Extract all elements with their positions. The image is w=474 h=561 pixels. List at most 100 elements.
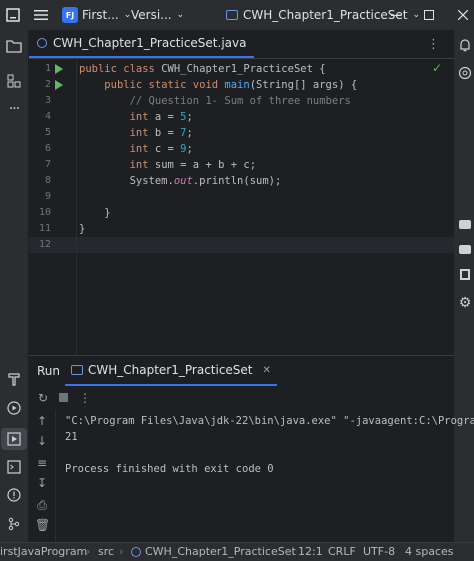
line-separator[interactable]: CRLF — [328, 543, 356, 561]
breadcrumb-separator-icon: › — [119, 545, 124, 558]
gutter-run-icon[interactable] — [55, 80, 63, 90]
run-panel: Run CWH_Chapter1_PracticeSet ✕ ↻ ⋮ ↑ ↓ ≡… — [29, 355, 474, 543]
console-line: "C:\Program Files\Java\jdk-22\bin\java.e… — [65, 415, 474, 427]
folder-icon[interactable] — [5, 37, 23, 55]
run-toolbar: ↻ ⋮ — [29, 386, 454, 410]
breadcrumb-src[interactable]: src — [98, 543, 114, 561]
app-logo-icon[interactable] — [6, 0, 20, 30]
gutter-divider — [76, 59, 77, 354]
print-icon[interactable]: ⎙ — [35, 498, 49, 512]
project-widget[interactable]: FJ First... ⌄ — [62, 0, 131, 30]
line-number: 1 — [44, 63, 51, 74]
line-number: 6 — [44, 143, 51, 154]
ai-assistant-icon[interactable] — [456, 64, 474, 82]
run-side-toolbar: ↑ ↓ ≡ ↧ ⎙ 🗑 — [29, 410, 55, 543]
stop-icon[interactable] — [56, 391, 70, 405]
code-text: } — [79, 223, 86, 235]
run-tool-icon[interactable] — [1, 428, 27, 450]
code-line[interactable]: 10 } — [29, 205, 454, 221]
code-line[interactable]: 2 public static void main(String[] args)… — [29, 77, 454, 93]
gutter-run-icon[interactable] — [55, 64, 63, 74]
line-number: 5 — [44, 127, 51, 138]
services-icon[interactable] — [5, 399, 23, 417]
more-vertical-icon[interactable]: ⋮ — [78, 391, 92, 405]
left-tool-strip: ··· — [0, 30, 29, 542]
cursor-position[interactable]: 12:1 — [298, 543, 323, 561]
code-text: // Question 1- Sum of three numbers — [129, 95, 351, 107]
code-line[interactable]: 1 public class CWH_Chapter1_PracticeSet { — [29, 61, 454, 77]
code-text: public static void main(String[] args) { — [104, 79, 358, 91]
git-icon[interactable] — [5, 515, 23, 533]
scroll-up-icon[interactable]: ↑ — [35, 414, 49, 428]
hamburger-menu-icon[interactable] — [34, 0, 48, 30]
run-config-icon — [226, 10, 238, 20]
file-encoding[interactable]: UTF-8 — [363, 543, 395, 561]
code-line[interactable]: 6 int c = 9; — [29, 141, 454, 157]
scroll-down-icon[interactable]: ↓ — [35, 434, 49, 448]
code-line[interactable]: 7 int sum = a + b + c; — [29, 157, 454, 173]
code-line[interactable]: 5 int b = 7; — [29, 125, 454, 141]
floating-toolbar: ⚙ — [456, 220, 474, 310]
right-tool-strip: ⚙ — [454, 30, 474, 542]
editor-tab-bar: CWH_Chapter1_PracticeSet.java ⋮ — [29, 30, 454, 59]
more-tools-icon[interactable]: ··· — [5, 100, 23, 118]
code-text: int c = 9; — [129, 143, 193, 155]
vcs-widget[interactable]: Versi... ⌄ — [131, 0, 184, 30]
more-vertical-icon[interactable]: ⋮ — [427, 37, 440, 52]
copy-icon[interactable] — [460, 269, 470, 281]
run-panel-title: Run — [37, 364, 61, 378]
run-tab[interactable]: CWH_Chapter1_PracticeSet ✕ — [65, 356, 277, 386]
editor-tab[interactable]: CWH_Chapter1_PracticeSet.java — [29, 30, 255, 58]
trash-icon[interactable]: 🗑 — [35, 518, 50, 532]
maximize-icon[interactable] — [424, 0, 434, 30]
minimize-icon[interactable] — [391, 0, 401, 30]
title-bar: FJ First... ⌄ Versi... ⌄ CWH_Chapter1_Pr… — [0, 0, 474, 30]
java-class-icon — [131, 547, 141, 557]
close-tab-icon[interactable]: ✕ — [263, 365, 271, 376]
code-line[interactable]: 8 System.out.println(sum); — [29, 173, 454, 189]
line-number: 9 — [44, 191, 51, 202]
run-config-name: CWH_Chapter1_PracticeSet — [243, 8, 408, 22]
code-line[interactable]: 4 int a = 5; — [29, 109, 454, 125]
run-tab-label: CWH_Chapter1_PracticeSet — [88, 363, 253, 377]
code-line[interactable]: 12 — [29, 237, 454, 253]
chevron-down-icon: ⌄ — [176, 10, 185, 20]
gear-icon[interactable]: ⚙ — [459, 296, 472, 310]
java-class-icon — [37, 38, 47, 48]
rerun-icon[interactable]: ↻ — [36, 391, 50, 405]
terminal-icon[interactable] — [5, 458, 23, 476]
code-text: int a = 5; — [129, 111, 193, 123]
scroll-to-end-icon[interactable]: ↧ — [35, 476, 49, 490]
code-text: int b = 7; — [129, 127, 193, 139]
code-editor[interactable]: 1 public class CWH_Chapter1_PracticeSet {… — [29, 59, 454, 354]
video-icon[interactable] — [459, 244, 471, 254]
project-badge: FJ — [62, 7, 78, 23]
code-line[interactable]: 3 // Question 1- Sum of three numbers — [29, 93, 454, 109]
notifications-icon[interactable] — [456, 36, 474, 54]
problems-icon[interactable] — [5, 486, 23, 504]
structure-icon[interactable] — [5, 72, 23, 90]
line-number: 7 — [44, 159, 51, 170]
breadcrumb-file[interactable]: CWH_Chapter1_PracticeSet — [145, 543, 296, 561]
breadcrumb-project[interactable]: irstJavaProgram — [0, 543, 87, 561]
line-number: 10 — [38, 207, 51, 218]
soft-wrap-icon[interactable]: ≡ — [35, 456, 49, 470]
close-icon[interactable] — [458, 0, 468, 30]
indent-setting[interactable]: 4 spaces — [405, 543, 454, 561]
status-bar: irstJavaProgram › src › CWH_Chapter1_Pra… — [0, 542, 474, 561]
code-line[interactable]: 11} — [29, 221, 454, 237]
code-text: public class CWH_Chapter1_PracticeSet { — [79, 63, 326, 75]
code-line[interactable]: 9 — [29, 189, 454, 205]
line-number: 4 — [44, 111, 51, 122]
console-line: 21 — [65, 431, 78, 443]
code-text: int sum = a + b + c; — [129, 159, 257, 171]
run-config-icon — [71, 365, 83, 375]
chevron-down-icon: ⌄ — [412, 10, 421, 20]
build-icon[interactable] — [5, 370, 23, 388]
line-number: 12 — [38, 239, 51, 250]
breadcrumb-separator-icon: › — [86, 545, 91, 558]
console-line: Process finished with exit code 0 — [65, 463, 274, 475]
line-number: 2 — [44, 79, 51, 90]
checkmark-icon: ✓ — [431, 61, 442, 75]
camera-icon[interactable] — [459, 220, 471, 229]
